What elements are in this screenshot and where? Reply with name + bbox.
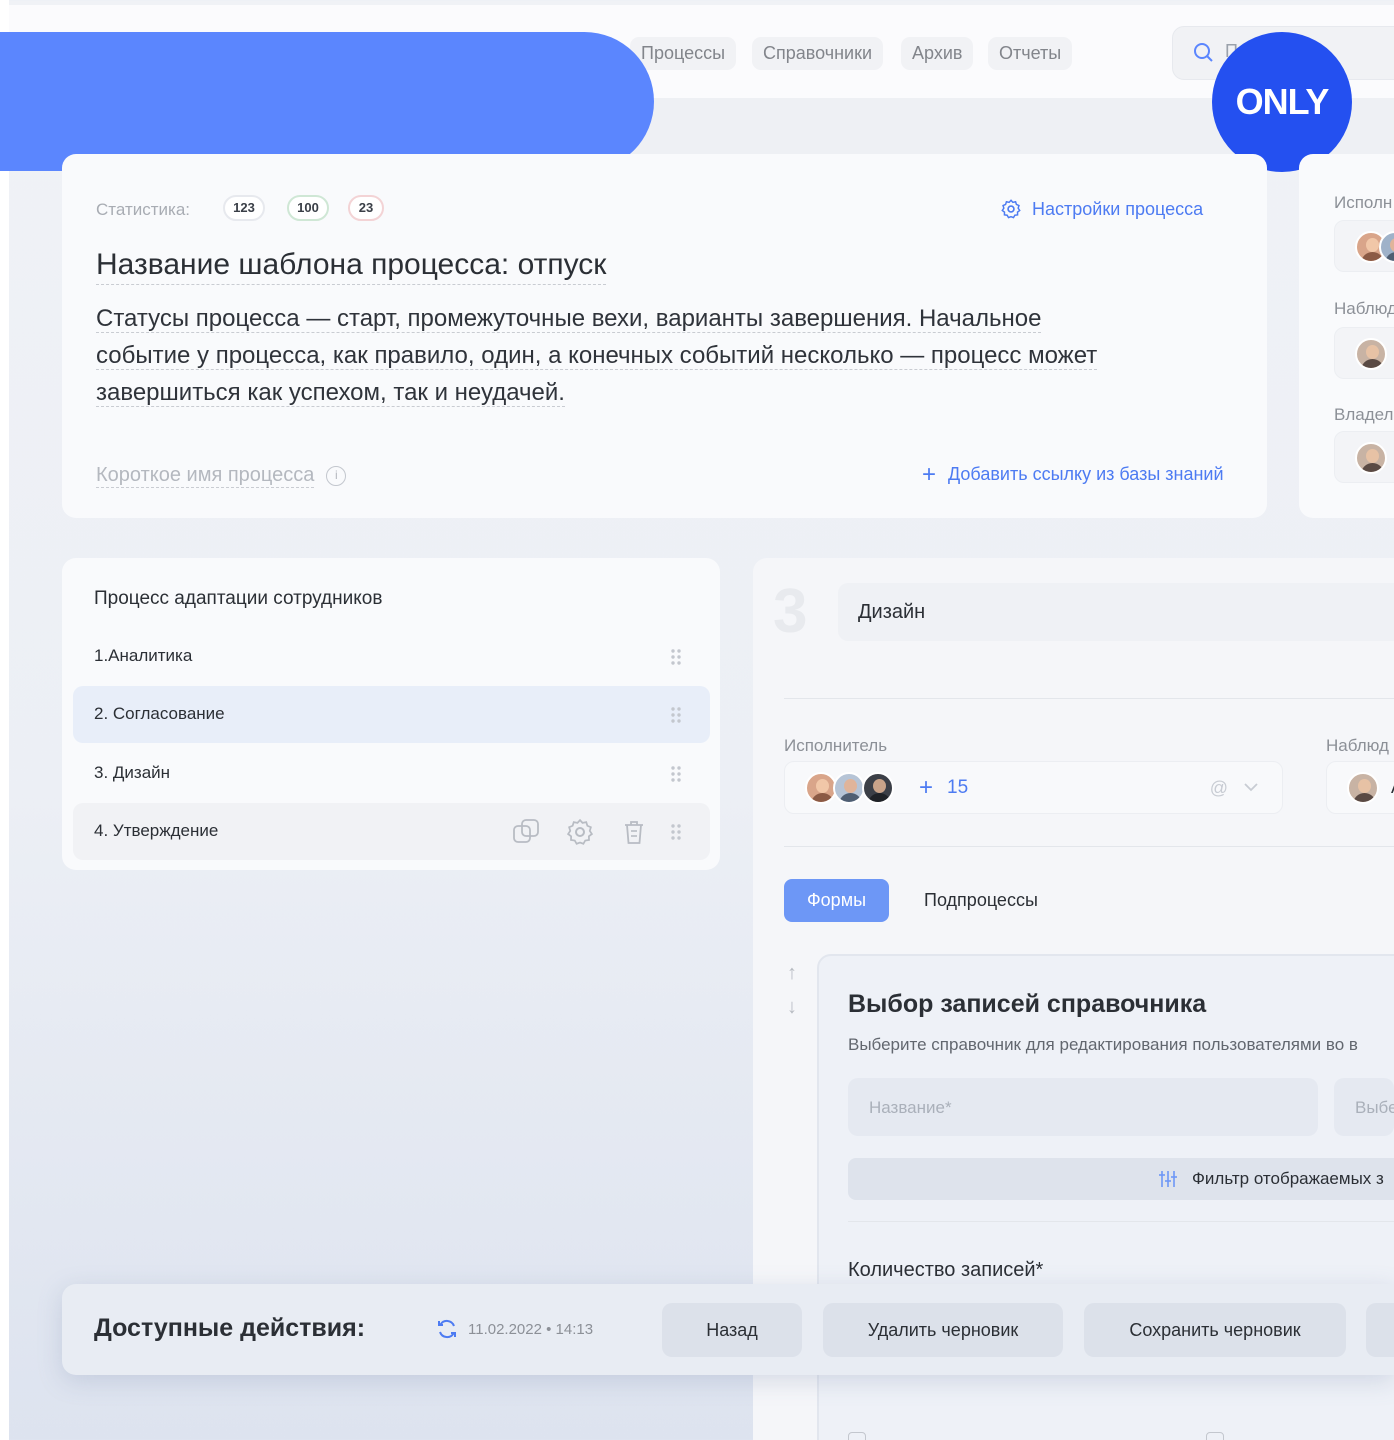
info-icon[interactable]: i <box>326 466 347 486</box>
avatar <box>862 772 894 804</box>
avatar <box>833 772 865 804</box>
name-input[interactable]: Название* <box>848 1078 1318 1136</box>
description-line-2: событие у процесса, как правило, один, а… <box>96 342 1098 370</box>
save-draft-button[interactable]: Сохранить черновик <box>1084 1303 1346 1357</box>
form-checkboxes <box>848 1430 1394 1440</box>
step-label: 1.Аналитика <box>94 646 193 665</box>
sync-status: 11.02.2022 • 14:13 <box>436 1318 593 1340</box>
arrow-up-icon[interactable]: ↑ <box>787 956 797 990</box>
only-logo: ONLY <box>1212 32 1352 172</box>
tab-forms[interactable]: Формы <box>784 879 889 922</box>
actions-title: Доступные действия: <box>94 1314 366 1342</box>
step-name-value: Дизайн <box>858 601 926 623</box>
stat-total: 123 <box>223 195 265 221</box>
step-item-confirmation[interactable]: 4. Утверждение <box>73 803 710 860</box>
window-frame <box>0 0 9 1440</box>
avatar <box>1355 338 1387 370</box>
template-description[interactable]: Статусы процесса — старт, промежуточные … <box>96 300 1196 411</box>
stat-failed: 23 <box>348 195 384 221</box>
filter-icon <box>1159 1171 1177 1187</box>
name-placeholder: Название* <box>869 1098 952 1117</box>
nav-archive[interactable]: Архив <box>901 37 974 70</box>
side-owner-box[interactable] <box>1334 431 1394 483</box>
process-settings-link[interactable]: Настройки процесса <box>1000 198 1203 220</box>
gear-icon[interactable] <box>565 817 595 847</box>
side-observer-box[interactable] <box>1334 327 1394 379</box>
directory-select[interactable]: Выбе <box>1334 1078 1394 1136</box>
drag-handle-icon[interactable] <box>670 765 682 783</box>
add-executor-button[interactable]: + 15 <box>919 774 969 801</box>
chevron-down-icon[interactable] <box>1242 778 1260 796</box>
add-kb-link-button[interactable]: + Добавить ссылку из базы знаний <box>922 460 1224 488</box>
side-executor-box[interactable] <box>1334 220 1394 272</box>
executor-select[interactable]: + 15 @ <box>784 761 1283 814</box>
stats-label: Статистика: <box>96 200 191 219</box>
step-item-analytics[interactable]: 1.Аналитика <box>73 628 710 685</box>
add-kb-link-label: Добавить ссылку из базы знаний <box>948 464 1224 484</box>
observer-label: Наблюд <box>1326 736 1389 755</box>
executor-extra-count: 15 <box>947 777 969 798</box>
description-line-3: завершиться как успехом, так и неудачей. <box>96 379 565 407</box>
step-name-input[interactable]: Дизайн <box>838 583 1394 641</box>
nav-reports[interactable]: Отчеты <box>988 37 1073 70</box>
process-settings-label: Настройки процесса <box>1032 198 1204 219</box>
form-title: Выбор записей справочника <box>848 990 1207 1018</box>
steps-title: Процесс адаптации сотрудников <box>94 588 383 609</box>
avatar <box>1355 442 1387 474</box>
plus-icon: + <box>919 774 934 801</box>
executor-label: Исполнитель <box>784 736 888 755</box>
short-name-field[interactable]: Короткое имя процесса i <box>96 464 347 488</box>
filter-button[interactable]: Фильтр отображаемых з <box>848 1158 1394 1200</box>
back-button[interactable]: Назад <box>662 1303 802 1357</box>
form-subtitle: Выберите справочник для редактирования п… <box>848 1035 1358 1054</box>
divider <box>784 846 1394 847</box>
stat-success: 100 <box>287 195 329 221</box>
template-title[interactable]: Название шаблона процесса: отпуск <box>96 248 607 285</box>
copy-icon[interactable] <box>511 817 541 847</box>
quantity-label: Количество записей* <box>848 1259 1044 1281</box>
search-icon <box>1194 43 1213 62</box>
checkbox[interactable] <box>1206 1432 1224 1440</box>
tab-subprocesses[interactable]: Подпроцессы <box>924 890 1038 911</box>
directory-placeholder: Выбе <box>1355 1098 1394 1117</box>
observer-select[interactable]: А <box>1326 761 1394 814</box>
drag-handle-icon[interactable] <box>670 706 682 724</box>
filter-label: Фильтр отображаемых з <box>1192 1169 1384 1188</box>
step-item-approval[interactable]: 2. Согласование <box>73 686 710 743</box>
promo-banner <box>0 32 654 171</box>
nav-processes[interactable]: Процессы <box>630 37 737 70</box>
drag-handle-icon[interactable] <box>670 823 682 841</box>
checkbox[interactable] <box>848 1432 866 1440</box>
next-button[interactable] <box>1366 1303 1394 1357</box>
at-icon[interactable]: @ <box>1210 778 1228 799</box>
short-name-placeholder: Короткое имя процесса <box>96 464 315 488</box>
sync-timestamp: 11.02.2022 • 14:13 <box>468 1320 594 1338</box>
delete-draft-button[interactable]: Удалить черновик <box>823 1303 1063 1357</box>
gear-icon <box>1001 199 1021 219</box>
reorder-arrows: ↑ ↓ <box>787 956 797 1024</box>
step-item-design[interactable]: 3. Дизайн <box>73 745 710 802</box>
nav-directories[interactable]: Справочники <box>752 37 884 70</box>
avatar <box>1347 772 1379 804</box>
description-line-1: Статусы процесса — старт, промежуточные … <box>96 305 1042 333</box>
step-label: 2. Согласование <box>94 704 225 723</box>
step-label: 4. Утверждение <box>94 821 219 840</box>
trash-icon[interactable] <box>619 817 649 847</box>
side-owner-label: Владел <box>1334 405 1394 424</box>
step-number: 3 <box>773 577 808 646</box>
refresh-icon[interactable] <box>436 1318 458 1340</box>
side-observer-label: Наблюд <box>1334 299 1394 318</box>
arrow-down-icon[interactable]: ↓ <box>787 990 797 1024</box>
drag-handle-icon[interactable] <box>670 648 682 666</box>
step-label: 3. Дизайн <box>94 763 171 782</box>
divider <box>848 1221 1394 1222</box>
plus-icon: + <box>922 460 937 488</box>
side-executor-label: Исполн <box>1334 193 1393 212</box>
divider <box>784 698 1394 699</box>
